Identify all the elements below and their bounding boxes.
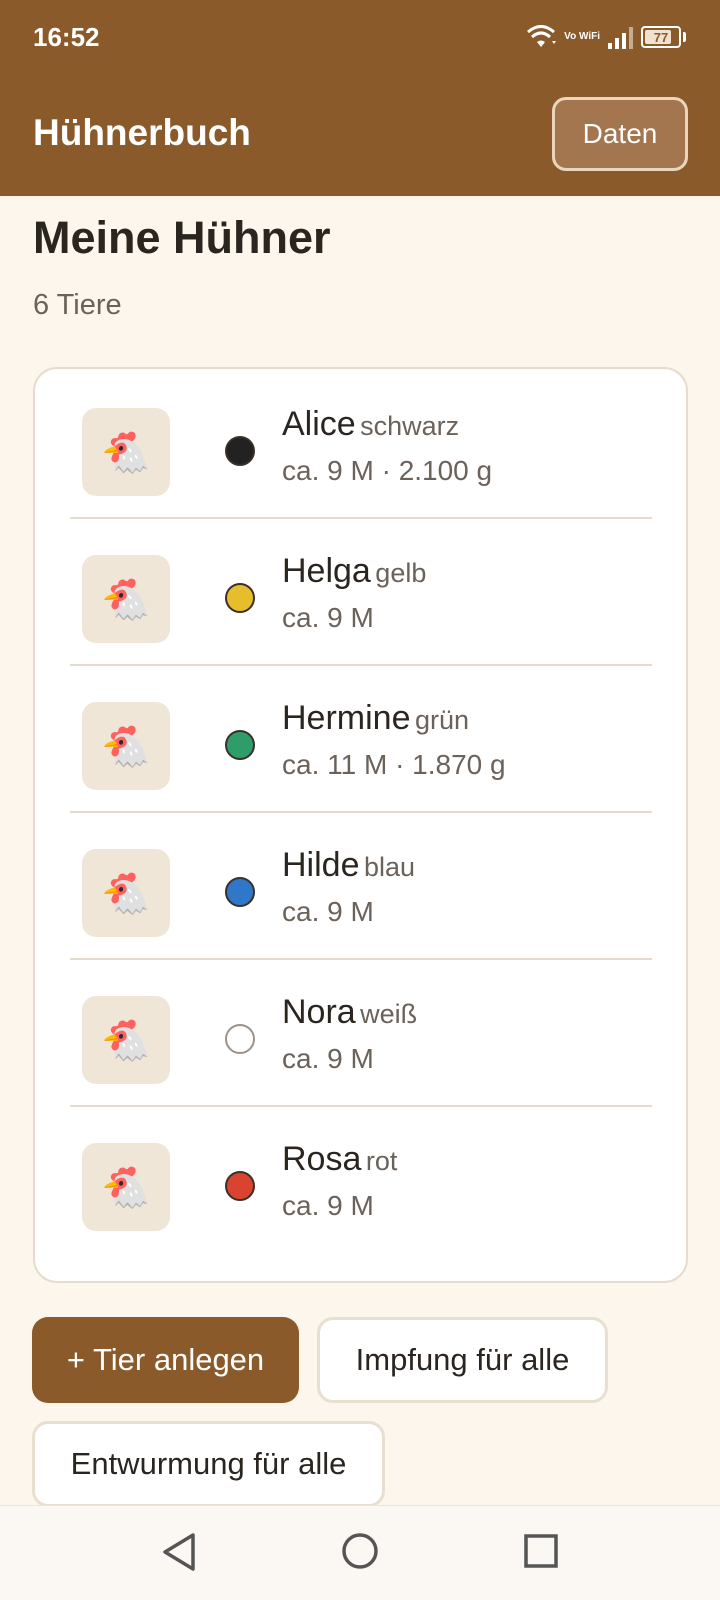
app-header: 16:52 Vo WiFi 77 Hühnerbuch Daten [0,0,720,196]
animal-color-label: schwarz [360,411,460,441]
animal-meta: ca. 11 M · 1.870 g [282,749,506,780]
animal-name: Rosa [282,1140,362,1178]
deworm-all-button[interactable]: Entwurmung für alle [32,1421,385,1507]
animal-row-hermine[interactable]: 🐔 Hermine grün ca. 11 M · 1.870 g [70,663,652,813]
animal-color-label: gelb [375,558,427,588]
battery-icon: 77 [641,26,681,48]
back-icon[interactable] [161,1531,197,1573]
color-dot [225,583,255,613]
animal-row-helga[interactable]: 🐔 Helga gelb ca. 9 M [70,516,652,666]
add-animal-button[interactable]: + Tier anlegen [32,1317,299,1403]
animal-row-rosa[interactable]: 🐔 Rosa rot ca. 9 M [70,1104,652,1254]
chicken-icon: 🐔 [82,408,170,496]
animal-list-card: 🐔 Alice schwarz ca. 9 M · 2.100 g 🐔 Helg… [33,367,688,1283]
app-title: Hühnerbuch [33,112,251,153]
animal-meta: ca. 9 M · 2.100 g [282,455,493,486]
system-nav-bar [0,1505,720,1600]
page-title: Meine Hühner [33,212,331,263]
chicken-icon: 🐔 [82,555,170,643]
animal-color-label: blau [363,852,415,882]
animal-name: Hilde [282,846,360,884]
color-dot [225,1171,255,1201]
color-dot [225,436,255,466]
signal-icon [608,25,633,49]
battery-level: 77 [653,29,669,45]
animal-color-label: grün [414,705,469,735]
color-dot [225,1024,255,1054]
animal-name: Helga [282,552,371,590]
daten-button[interactable]: Daten [552,97,688,171]
animal-row-alice[interactable]: 🐔 Alice schwarz ca. 9 M · 2.100 g [70,369,652,519]
animal-count: 6 Tiere [33,289,122,321]
animal-row-nora[interactable]: 🐔 Nora weiß ca. 9 M [70,957,652,1107]
animal-meta: ca. 9 M [282,602,374,633]
vaccinate-all-button[interactable]: Impfung für alle [317,1317,608,1403]
wifi-icon [527,25,557,47]
animal-color-label: weiß [360,999,418,1029]
vowifi-icon: Vo WiFi [564,31,600,42]
animal-meta: ca. 9 M [282,896,374,927]
status-time: 16:52 [33,22,100,52]
animal-name: Alice [282,405,356,443]
chicken-icon: 🐔 [82,702,170,790]
animal-name: Hermine [282,699,411,737]
status-icons: Vo WiFi 77 [526,22,686,52]
animal-meta: ca. 9 M [282,1190,374,1221]
recents-icon[interactable] [523,1533,559,1569]
animal-meta: ca. 9 M [282,1043,374,1074]
chicken-icon: 🐔 [82,1143,170,1231]
animal-name: Nora [282,993,356,1031]
color-dot [225,877,255,907]
animal-color-label: rot [365,1146,398,1176]
chicken-icon: 🐔 [82,849,170,937]
chicken-icon: 🐔 [82,996,170,1084]
home-icon[interactable] [341,1532,379,1570]
color-dot [225,730,255,760]
animal-row-hilde[interactable]: 🐔 Hilde blau ca. 9 M [70,810,652,960]
